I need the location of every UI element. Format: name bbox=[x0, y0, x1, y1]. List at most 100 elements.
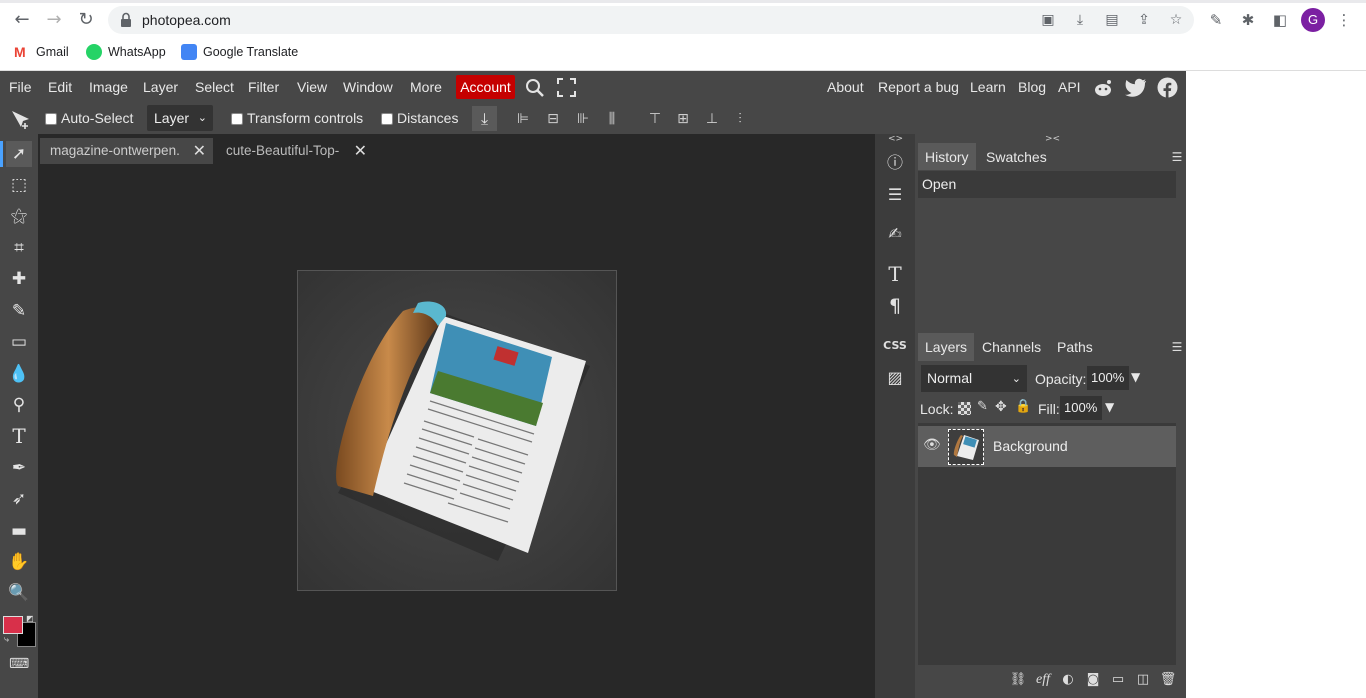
image-panel-icon[interactable]: ▨ bbox=[881, 364, 909, 392]
default-colors-icon[interactable]: ◩ bbox=[26, 614, 34, 623]
menu-about[interactable]: About bbox=[827, 79, 864, 95]
magic-wand-icon[interactable]: ⚝ bbox=[6, 203, 32, 229]
marquee-tool-icon[interactable]: ⬚ bbox=[6, 172, 32, 198]
tab-channels[interactable]: Channels bbox=[975, 333, 1048, 361]
tab-swatches[interactable]: Swatches bbox=[979, 143, 1054, 171]
bookmark-gmail[interactable]: M Gmail bbox=[14, 43, 69, 61]
menu-filter[interactable]: Filter bbox=[248, 79, 279, 95]
twitter-icon[interactable] bbox=[1125, 78, 1147, 98]
auto-select-checkbox[interactable] bbox=[45, 113, 57, 125]
new-group-icon[interactable]: ▭ bbox=[1109, 671, 1127, 689]
eyedropper-extension-icon[interactable]: ✎ bbox=[1206, 10, 1226, 30]
close-icon[interactable]: ✕ bbox=[354, 138, 367, 164]
history-item[interactable]: Open bbox=[918, 171, 1176, 198]
reddit-icon[interactable] bbox=[1092, 77, 1114, 99]
reload-icon[interactable]: ↻ bbox=[74, 8, 98, 32]
eye-visibility-icon[interactable]: 👁 bbox=[923, 437, 941, 453]
layer-row[interactable]: 👁 Background bbox=[918, 426, 1176, 467]
paragraph-icon[interactable]: ¶ bbox=[881, 292, 909, 320]
crop-tool-icon[interactable]: ⌗ bbox=[6, 235, 32, 261]
menu-api[interactable]: API bbox=[1058, 79, 1081, 95]
tab-history[interactable]: History bbox=[918, 143, 976, 171]
forward-icon[interactable]: → bbox=[42, 8, 66, 32]
menu-edit[interactable]: Edit bbox=[48, 79, 72, 95]
share-icon[interactable]: ⇪ bbox=[1135, 11, 1153, 29]
align-middle-v-icon[interactable]: ⊞ bbox=[673, 109, 693, 129]
adjustment-layer-icon[interactable]: ◐ bbox=[1059, 671, 1077, 689]
download-align-icon[interactable]: ⤓ bbox=[472, 106, 497, 131]
account-button[interactable]: Account bbox=[456, 75, 515, 99]
pen-tool-icon[interactable]: ✒ bbox=[6, 455, 32, 481]
type-tool-icon[interactable]: T bbox=[6, 423, 32, 449]
menu-learn[interactable]: Learn bbox=[970, 79, 1006, 95]
browser-menu-icon[interactable]: ⋮ bbox=[1334, 10, 1354, 30]
adjustments-icon[interactable]: ☰ bbox=[881, 181, 909, 209]
layers-panel-menu-icon[interactable]: ☰ bbox=[1168, 338, 1186, 356]
distribute-h-icon[interactable]: ⫼ bbox=[602, 109, 622, 129]
menu-view[interactable]: View bbox=[297, 79, 327, 95]
opacity-input[interactable]: 100% bbox=[1087, 366, 1129, 390]
zoom-tool-icon[interactable]: 🔍 bbox=[6, 580, 32, 606]
blur-tool-icon[interactable]: 💧 bbox=[6, 361, 32, 387]
keyboard-icon[interactable]: ⌨ bbox=[9, 656, 29, 672]
align-right-icon[interactable]: ⊪ bbox=[573, 109, 593, 129]
delete-layer-icon[interactable]: 🗑 bbox=[1159, 671, 1177, 689]
path-select-icon[interactable]: ➶ bbox=[6, 486, 32, 512]
image-canvas[interactable] bbox=[297, 270, 617, 591]
fill-input[interactable]: 100% bbox=[1060, 396, 1102, 420]
menu-image[interactable]: Image bbox=[89, 79, 128, 95]
align-left-icon[interactable]: ⊫ bbox=[513, 109, 533, 129]
install-app-icon[interactable]: ⤓ bbox=[1071, 11, 1089, 29]
healing-brush-icon[interactable]: ✚ bbox=[6, 266, 32, 292]
menu-layer[interactable]: Layer bbox=[143, 79, 178, 95]
character-icon[interactable]: T bbox=[881, 260, 909, 288]
layer-group-select[interactable]: Layer ⌄ bbox=[147, 105, 213, 131]
menu-window[interactable]: Window bbox=[343, 79, 393, 95]
lock-pixels-icon[interactable]: ✎ bbox=[977, 399, 988, 414]
dodge-tool-icon[interactable]: ⚲ bbox=[6, 392, 32, 418]
page-action-icon[interactable]: ▣ bbox=[1039, 11, 1057, 29]
info-icon[interactable]: ⓘ bbox=[881, 149, 909, 177]
expand-column-icon[interactable]: <> bbox=[888, 134, 903, 144]
menu-blog[interactable]: Blog bbox=[1018, 79, 1046, 95]
back-icon[interactable]: ← bbox=[10, 8, 34, 32]
align-bottom-icon[interactable]: ⊥ bbox=[702, 109, 722, 129]
document-tab-cute[interactable]: cute-Beautiful-Top- ✕ bbox=[216, 138, 376, 164]
lock-transparency-icon[interactable] bbox=[958, 402, 971, 415]
blend-mode-select[interactable]: Normal ⌄ bbox=[921, 365, 1027, 392]
fill-dropdown-icon[interactable]: ▼ bbox=[1105, 400, 1114, 414]
side-panel-icon[interactable]: ◧ bbox=[1270, 10, 1290, 30]
layer-mask-icon[interactable]: ◙ bbox=[1084, 671, 1102, 689]
address-bar[interactable] bbox=[108, 6, 1194, 34]
brush-settings-icon[interactable]: ✍ bbox=[881, 220, 909, 248]
menu-report-bug[interactable]: Report a bug bbox=[878, 79, 959, 95]
history-panel-menu-icon[interactable]: ☰ bbox=[1168, 148, 1186, 166]
profile-avatar[interactable]: G bbox=[1301, 8, 1325, 32]
swap-colors-icon[interactable]: ⤷ bbox=[4, 635, 9, 645]
foreground-color-swatch[interactable] bbox=[3, 616, 23, 634]
bookmark-star-icon[interactable]: ☆ bbox=[1167, 11, 1185, 29]
menu-select[interactable]: Select bbox=[195, 79, 234, 95]
tab-paths[interactable]: Paths bbox=[1050, 333, 1100, 361]
move-tool-icon[interactable]: ➚ bbox=[6, 141, 32, 167]
transform-controls-checkbox[interactable] bbox=[231, 113, 243, 125]
distribute-v-icon[interactable]: ⫶ bbox=[730, 109, 750, 129]
bookmark-google-translate[interactable]: Google Translate bbox=[181, 43, 298, 61]
close-icon[interactable]: ✕ bbox=[193, 138, 206, 164]
align-top-icon[interactable]: ⊤ bbox=[645, 109, 665, 129]
css-icon[interactable]: CSS bbox=[881, 332, 909, 360]
opacity-dropdown-icon[interactable]: ▼ bbox=[1131, 370, 1140, 384]
facebook-icon[interactable] bbox=[1157, 77, 1178, 98]
lock-position-icon[interactable]: ✥ bbox=[995, 399, 1007, 415]
fullscreen-icon[interactable] bbox=[557, 78, 576, 97]
new-layer-icon[interactable]: ◫ bbox=[1134, 671, 1152, 689]
menu-more[interactable]: More bbox=[410, 79, 442, 95]
shape-tool-icon[interactable]: ▬ bbox=[6, 518, 32, 544]
brush-tool-icon[interactable]: ✎ bbox=[6, 298, 32, 324]
lock-all-icon[interactable]: 🔒 bbox=[1015, 399, 1031, 414]
search-icon[interactable] bbox=[525, 78, 545, 98]
gradient-tool-icon[interactable]: ▭ bbox=[6, 329, 32, 355]
align-center-h-icon[interactable]: ⊟ bbox=[543, 109, 563, 129]
menu-file[interactable]: File bbox=[9, 79, 32, 95]
bookmark-whatsapp[interactable]: WhatsApp bbox=[86, 43, 166, 61]
